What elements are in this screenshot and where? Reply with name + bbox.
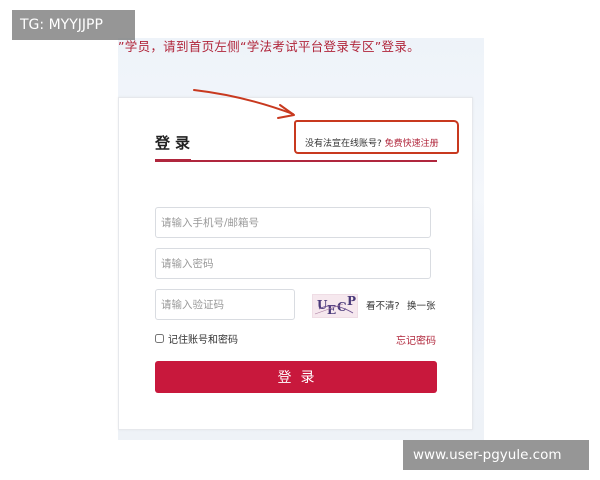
annotation-arrow-icon [193,89,295,119]
login-button[interactable]: 登录 [155,361,437,393]
username-input[interactable] [156,208,430,237]
captcha-input[interactable] [156,290,294,319]
captcha-field[interactable] [155,289,295,320]
register-row: 没有法宣在线账号? 免费快速注册 [305,136,439,149]
cant-see-text: 看不清? [366,301,400,312]
remember-label: 记住账号和密码 [168,335,238,346]
password-input[interactable] [156,249,430,278]
login-title: 登录 [155,134,196,152]
captcha-noise-lines [314,303,354,315]
username-field[interactable] [155,207,431,238]
title-divider [155,159,437,162]
register-link[interactable]: 免费快速注册 [385,139,439,149]
watermark-top-left: TG: MYYJJPP [12,10,135,40]
login-card: 登录 没有法宣在线账号? 免费快速注册 U E C P 看不清? 换一张 [118,97,473,430]
captcha-image[interactable]: U E C P [312,294,358,318]
remember-me[interactable]: 记住账号和密码 [155,331,238,346]
checkbox-icon[interactable] [155,334,164,343]
refresh-captcha-link[interactable]: 换一张 [407,298,436,312]
forgot-password-link[interactable]: 忘记密码 [396,332,436,347]
password-field[interactable] [155,248,431,279]
watermark-bottom-right: www.user-pgyule.com [403,440,589,470]
notice-text: ”学员，请到首页左侧“学法考试平台登录专区”登录。 [118,39,420,54]
register-prompt: 没有法宣在线账号? [305,139,382,149]
page: ”学员，请到首页左侧“学法考试平台登录专区”登录。 登录 没有法宣在线账号? 免… [0,0,600,480]
